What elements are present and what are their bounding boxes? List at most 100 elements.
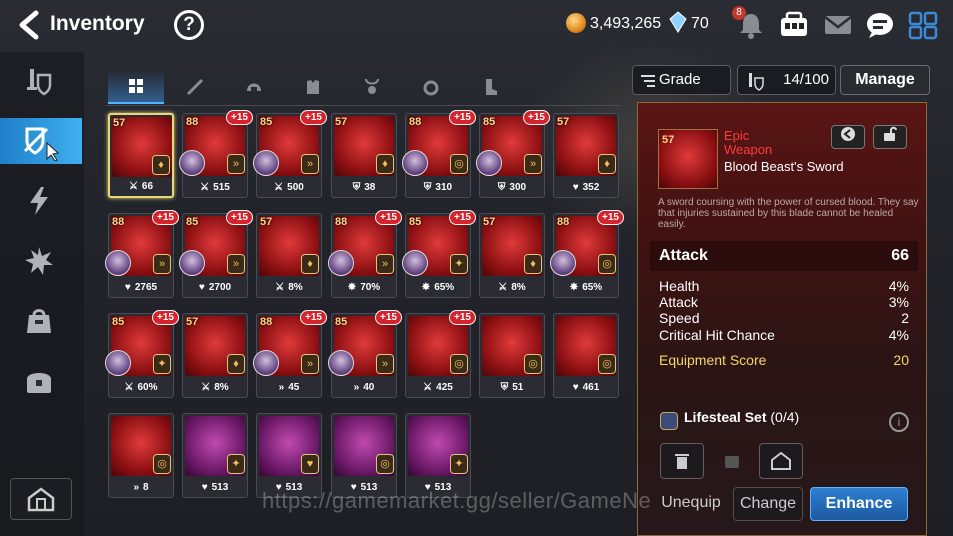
tab-necklace[interactable] — [344, 70, 400, 104]
manage-button[interactable]: Manage — [840, 65, 930, 95]
sidebar-item-materials[interactable] — [14, 298, 64, 344]
equipped-hero-avatar — [328, 250, 354, 276]
inventory-item[interactable]: 88 +15 » ♥ 2765 — [105, 210, 179, 298]
item-level: 85 — [186, 216, 199, 228]
detail-description: A sword coursing with the power of curse… — [658, 197, 919, 230]
attack-icon: ⚔ — [124, 382, 134, 393]
item-main-stat: » 40 — [332, 382, 396, 393]
equipped-hero-avatar — [105, 250, 131, 276]
sidebar-item-artifact[interactable] — [14, 238, 64, 284]
tab-ring[interactable] — [403, 70, 459, 104]
crit-icon: ✸ — [347, 282, 357, 293]
tab-weapon[interactable] — [167, 70, 223, 104]
change-button[interactable]: Change — [733, 487, 803, 521]
item-stat-value: 2765 — [134, 282, 158, 293]
item-level: 88 — [260, 316, 273, 328]
item-main-stat: ⛨ 38 — [332, 182, 396, 193]
sidebar — [0, 52, 84, 536]
sidebar-item-skills[interactable] — [14, 178, 64, 224]
inventory-item[interactable]: ✦ ♥ 513 — [182, 413, 248, 498]
inventory-item[interactable]: +15 ◎ ⚔ 425 — [405, 310, 476, 398]
menu-grid-icon[interactable] — [907, 10, 939, 40]
grade-sort-button[interactable]: Grade — [632, 65, 731, 95]
inventory-item[interactable]: 88 +15 ◎ ⛨ 310 — [402, 110, 476, 198]
tab-all[interactable] — [108, 70, 164, 104]
counter-set-icon: ◎ — [598, 254, 616, 274]
item-stat-value: 300 — [509, 182, 527, 193]
inventory-item[interactable]: 57 ♦ ⚔ 8% — [182, 313, 248, 398]
help-icon[interactable]: ? — [174, 10, 204, 40]
inventory-item[interactable]: 85 +15 » ♥ 2700 — [179, 210, 253, 298]
store-button[interactable] — [759, 443, 803, 479]
set-count: (0/4) — [770, 409, 800, 425]
inventory-item[interactable]: ◎ ♥ 461 — [553, 313, 619, 398]
inventory-item[interactable]: 85 +15»» 40 — [328, 310, 402, 398]
substat-label: Health — [659, 278, 700, 294]
crystal-amount: 70 — [691, 15, 709, 32]
inventory-count: 14/100 — [737, 65, 836, 95]
sword-shield-icon — [27, 69, 52, 96]
storage-house-button[interactable] — [10, 478, 72, 520]
inventory-item[interactable]: 85 +15 » ⛨ 300 — [476, 110, 550, 198]
sidebar-item-equipment[interactable] — [0, 118, 82, 164]
item-main-stat: ⚔ 515 — [183, 182, 247, 193]
item-stat-value: 2700 — [208, 282, 232, 293]
inventory-item[interactable]: ♥ ♥ 513 — [256, 413, 322, 498]
inventory-count-value: 14/100 — [783, 71, 829, 88]
inventory-item[interactable]: 88 +15 » ✸ 70% — [328, 210, 402, 298]
lifesteal-set-icon: ♦ — [227, 354, 245, 374]
share-button[interactable] — [831, 125, 865, 149]
item-stat-value: 515 — [213, 182, 230, 193]
detail-rarity: Epic Weapon — [724, 129, 844, 157]
inventory-item[interactable]: 57 ♦ ⚔ 66 — [108, 113, 174, 198]
inventory-item[interactable]: 85 +15 » ⚔ 500 — [253, 110, 327, 198]
item-level: 57 — [186, 316, 199, 328]
inventory-item[interactable]: ◎ ⛨ 51 — [479, 313, 545, 398]
item-stat-value: 8% — [214, 382, 229, 393]
detail-type-label: Weapon — [724, 142, 773, 157]
mail-icon[interactable] — [822, 10, 854, 40]
item-stat-value: 8% — [288, 282, 303, 293]
inventory-item[interactable]: 85 +15 ✦ ✸ 65% — [402, 210, 476, 298]
inventory-item[interactable]: 57 ♦ ⚔ 8% — [479, 213, 545, 298]
health-icon: ♥ — [572, 382, 579, 393]
health-icon: ♥ — [124, 282, 131, 293]
inventory-item[interactable]: ◎» 8 — [108, 413, 174, 498]
inventory-item[interactable]: 88 +15 » ⚔ 515 — [179, 110, 253, 198]
item-main-stat: ⚔ 8% — [183, 382, 247, 393]
enhance-badge: +15 — [152, 210, 179, 225]
attack-icon: ⚔ — [423, 382, 433, 393]
tab-boots[interactable] — [462, 70, 518, 104]
item-main-stat: ⚔ 500 — [257, 182, 321, 193]
unequip-button[interactable]: Unequip — [658, 487, 724, 521]
lock-button[interactable] — [873, 125, 907, 149]
party-icon[interactable] — [778, 10, 810, 40]
inventory-item[interactable]: 57 ♦ ⚔ 8% — [256, 213, 322, 298]
inventory-item[interactable]: 88 +15 ◎ ✸ 65% — [550, 210, 624, 298]
info-icon[interactable]: i — [889, 412, 909, 432]
dice-button[interactable] — [710, 443, 754, 479]
delete-button[interactable] — [660, 443, 704, 479]
sidebar-item-equipment-upgrade[interactable] — [14, 58, 64, 104]
gold-coin-icon — [566, 13, 586, 33]
inventory-item[interactable]: 88 +15»» 45 — [253, 310, 327, 398]
chat-icon[interactable] — [864, 10, 896, 40]
back-arrow-icon[interactable] — [16, 10, 42, 40]
enhance-button[interactable]: Enhance — [810, 487, 908, 521]
inventory-item[interactable]: ✦ ♥ 513 — [405, 413, 471, 498]
speed-set-icon: » — [153, 254, 171, 274]
tab-helmet[interactable] — [226, 70, 282, 104]
inventory-item[interactable]: 57 ♦ ♥ 352 — [553, 113, 619, 198]
inventory-item[interactable]: 57 ♦ ⛨ 38 — [331, 113, 397, 198]
speed-set-icon: » — [524, 154, 542, 174]
lifesteal-set-icon: ♦ — [598, 154, 616, 174]
boots-icon — [486, 79, 497, 95]
enhance-badge: +15 — [152, 310, 179, 325]
watermark-text: https://gamemarket.gg/seller/GameNe — [262, 488, 652, 513]
sidebar-item-storage[interactable] — [14, 358, 64, 404]
inventory-item[interactable]: 85 +15 ✦ ⚔ 60% — [105, 310, 179, 398]
inventory-item[interactable]: ◎ ♥ 513 — [331, 413, 397, 498]
counter-set-icon: ◎ — [524, 354, 542, 374]
tab-armor[interactable] — [285, 70, 341, 104]
item-main-stat: ✸ 65% — [406, 282, 470, 293]
